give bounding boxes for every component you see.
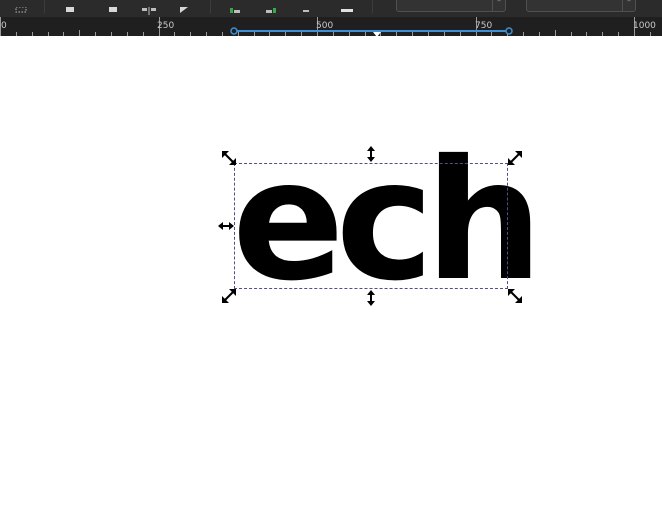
deselect-icon[interactable] xyxy=(64,0,76,12)
select-all-icon[interactable] xyxy=(14,0,28,13)
toolbar-separator xyxy=(44,0,45,13)
scale-handle-bottom-left-icon[interactable] xyxy=(220,287,238,305)
y-coordinate-field[interactable]: – xyxy=(526,0,636,12)
horizontal-ruler[interactable]: 0 250 500 750 1000 xyxy=(0,17,662,37)
drawing-canvas[interactable]: ech xyxy=(0,36,662,511)
extent-end-handle[interactable] xyxy=(505,27,513,35)
selection-bounding-box xyxy=(234,163,508,289)
lower-icon[interactable] xyxy=(264,0,278,13)
dropdown-arrow-icon[interactable]: – xyxy=(492,0,505,11)
raise-icon[interactable] xyxy=(228,0,242,13)
selection-extent-indicator xyxy=(230,27,513,36)
toolbar-separator xyxy=(210,0,211,13)
scale-handle-bottom-right-icon[interactable] xyxy=(506,287,524,305)
scale-handle-top-right-icon[interactable] xyxy=(506,149,524,167)
stretch-handle-bottom-icon[interactable] xyxy=(362,289,380,307)
flip-icon[interactable] xyxy=(107,0,119,12)
x-coordinate-field[interactable]: – xyxy=(396,0,506,12)
align-icon[interactable] xyxy=(140,0,158,15)
stretch-handle-right-icon[interactable] xyxy=(508,217,526,235)
extent-start-handle[interactable] xyxy=(230,27,238,35)
tool-controls-bar: – – xyxy=(0,0,662,17)
play-icon[interactable] xyxy=(178,0,190,13)
scale-handle-top-left-icon[interactable] xyxy=(220,149,238,167)
toolbar-separator xyxy=(372,0,373,13)
stretch-handle-left-icon[interactable] xyxy=(217,217,235,235)
dropdown-arrow-icon[interactable]: – xyxy=(622,0,635,11)
stretch-handle-top-icon[interactable] xyxy=(362,145,380,163)
top-icon[interactable] xyxy=(339,0,355,12)
bottom-icon[interactable] xyxy=(300,0,312,12)
